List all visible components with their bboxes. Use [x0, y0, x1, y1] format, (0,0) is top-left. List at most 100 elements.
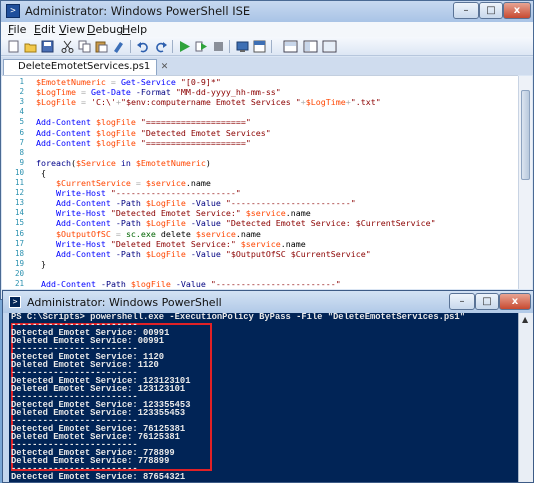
- ise-maximize-button[interactable]: □: [479, 2, 503, 19]
- console-output[interactable]: PS C:\Scripts> powershell.exe -Execution…: [9, 313, 518, 482]
- code-token: "Detected Emotet Service:": [105, 208, 241, 219]
- code-token: $LogFile: [140, 248, 186, 259]
- line-number: 18: [14, 248, 24, 258]
- ise-close-button[interactable]: x: [503, 2, 531, 19]
- tab-close-icon[interactable]: ✕: [161, 60, 169, 74]
- show-script-pane-top-icon[interactable]: [253, 40, 266, 53]
- console-minimize-button[interactable]: –: [449, 293, 475, 310]
- line-number: 12: [14, 188, 24, 198]
- code-token: "====================": [135, 117, 251, 128]
- code-token: "------------------------": [105, 188, 241, 199]
- code-token: $logFile: [90, 137, 136, 148]
- new-remote-tab-icon[interactable]: [236, 40, 249, 53]
- redo-icon[interactable]: [154, 40, 167, 53]
- show-script-pane-maximized-icon[interactable]: [303, 40, 318, 53]
- run-selection-icon[interactable]: [195, 40, 208, 53]
- line-number: 20: [14, 268, 24, 278]
- code-token: $EmotetNumeric: [36, 77, 106, 87]
- editor-vertical-scrollbar[interactable]: [518, 76, 532, 290]
- code-token: Add-Content: [36, 248, 111, 259]
- code-token: $LogTime: [36, 87, 76, 98]
- menu-view[interactable]: View: [59, 23, 85, 36]
- menu-help[interactable]: Help: [122, 23, 147, 36]
- undo-icon[interactable]: [137, 40, 150, 53]
- scroll-up-icon[interactable]: ▲: [522, 315, 528, 324]
- cut-icon[interactable]: [61, 40, 74, 53]
- code-token: -Path: [110, 248, 141, 259]
- code-token: Add-Content: [36, 198, 111, 209]
- code-token: $CurrentService: [36, 178, 131, 188]
- code-token: $EmotetNumeric: [135, 157, 206, 168]
- code-token: in: [115, 157, 136, 168]
- code-line: Write-Host "Detected Emotet Service:" $s…: [36, 208, 311, 218]
- code-token: .name: [280, 238, 306, 249]
- code-token: $service: [145, 178, 186, 188]
- run-icon[interactable]: [178, 40, 191, 53]
- code-line: Add-Content $logFile "==================…: [36, 117, 251, 127]
- toolbar-separator: [130, 40, 131, 53]
- line-number: 3: [19, 97, 24, 107]
- code-token: $service: [195, 228, 236, 239]
- code-token: ".txt": [350, 97, 381, 108]
- code-token: Write-Host: [36, 188, 106, 199]
- toolbar-separator: [229, 40, 230, 53]
- new-icon[interactable]: [7, 40, 20, 53]
- ise-window-title: Administrator: Windows PowerShell ISE: [25, 4, 251, 18]
- console-maximize-button[interactable]: □: [475, 293, 499, 310]
- powershell-ise-icon: >: [6, 4, 20, 18]
- tab-label: DeleteEmotetServices.ps1: [18, 61, 151, 72]
- code-token: $LogTime: [305, 97, 346, 108]
- console-output-line: Detected Emotet Service: 87654321: [11, 472, 186, 482]
- code-token: -Value: [185, 198, 221, 209]
- code-token: $OutputOfSC: [36, 228, 111, 239]
- line-number: 5: [19, 117, 24, 127]
- line-number: 14: [14, 208, 24, 218]
- code-token: -Path: [95, 279, 126, 289]
- toolbar-separator: [271, 40, 272, 53]
- stop-icon[interactable]: [212, 40, 225, 53]
- line-number: 19: [14, 258, 24, 268]
- show-script-pane-right-icon[interactable]: [283, 40, 298, 53]
- menu-file[interactable]: File: [8, 23, 26, 36]
- code-token: 'C:\': [90, 97, 116, 108]
- script-editor[interactable]: 1 2 3 4 5 6 7 8 9 10 11 12 13 14 15 16 17 18 19 20 21 $Emote…: [2, 75, 518, 289]
- code-token: -Path: [110, 218, 141, 229]
- open-icon[interactable]: [24, 40, 37, 53]
- tab-deleteemotetservices[interactable]: DeleteEmotetServices.ps1 ✕: [3, 59, 168, 75]
- ise-tab-strip: DeleteEmotetServices.ps1 ✕: [1, 57, 533, 75]
- line-number: 21: [14, 279, 24, 288]
- menu-edit[interactable]: Edit: [34, 23, 55, 36]
- code-token: =: [105, 77, 121, 87]
- ise-window: > Administrator: Windows PowerShell ISE …: [0, 0, 534, 300]
- code-token: $service: [235, 238, 281, 249]
- powershell-console-window: > Administrator: Windows PowerShell – □ …: [2, 290, 534, 483]
- show-console-pane-icon[interactable]: [322, 40, 337, 53]
- code-token: $logFile: [90, 127, 136, 138]
- code-line: Add-Content -Path $LogFile -Value "-----…: [36, 198, 356, 208]
- line-number: 13: [14, 198, 24, 208]
- code-token: "$OutputOfSC $CurrentService": [220, 248, 371, 259]
- code-token: .name: [185, 178, 211, 188]
- ise-minimize-button[interactable]: –: [453, 2, 479, 19]
- line-number: 6: [19, 127, 24, 137]
- code-token: $service: [240, 208, 286, 219]
- code-token: =: [75, 87, 91, 98]
- clear-icon[interactable]: [112, 40, 125, 53]
- paste-icon[interactable]: [95, 40, 108, 53]
- console-vertical-scrollbar[interactable]: ▲: [518, 313, 533, 482]
- ise-title-bar[interactable]: > Administrator: Windows PowerShell ISE …: [1, 1, 533, 22]
- code-line: $CurrentService = $service.name: [36, 178, 211, 188]
- code-line: foreach($Service in $EmotetNumeric): [36, 158, 211, 168]
- line-number: 4: [19, 107, 24, 117]
- code-line: Add-Content $logFile "==================…: [36, 138, 251, 148]
- console-title-bar[interactable]: > Administrator: Windows PowerShell – □ …: [3, 291, 533, 313]
- code-token: -Value: [185, 248, 221, 259]
- code-token: $Service: [75, 157, 116, 168]
- menu-debug[interactable]: Debug: [87, 23, 123, 36]
- console-close-button[interactable]: x: [499, 293, 531, 310]
- code-token: delete: [155, 228, 196, 239]
- editor-scrollbar-thumb[interactable]: [521, 90, 530, 180]
- save-icon[interactable]: [41, 40, 54, 53]
- code-token: foreach: [36, 157, 71, 168]
- copy-icon[interactable]: [78, 40, 91, 53]
